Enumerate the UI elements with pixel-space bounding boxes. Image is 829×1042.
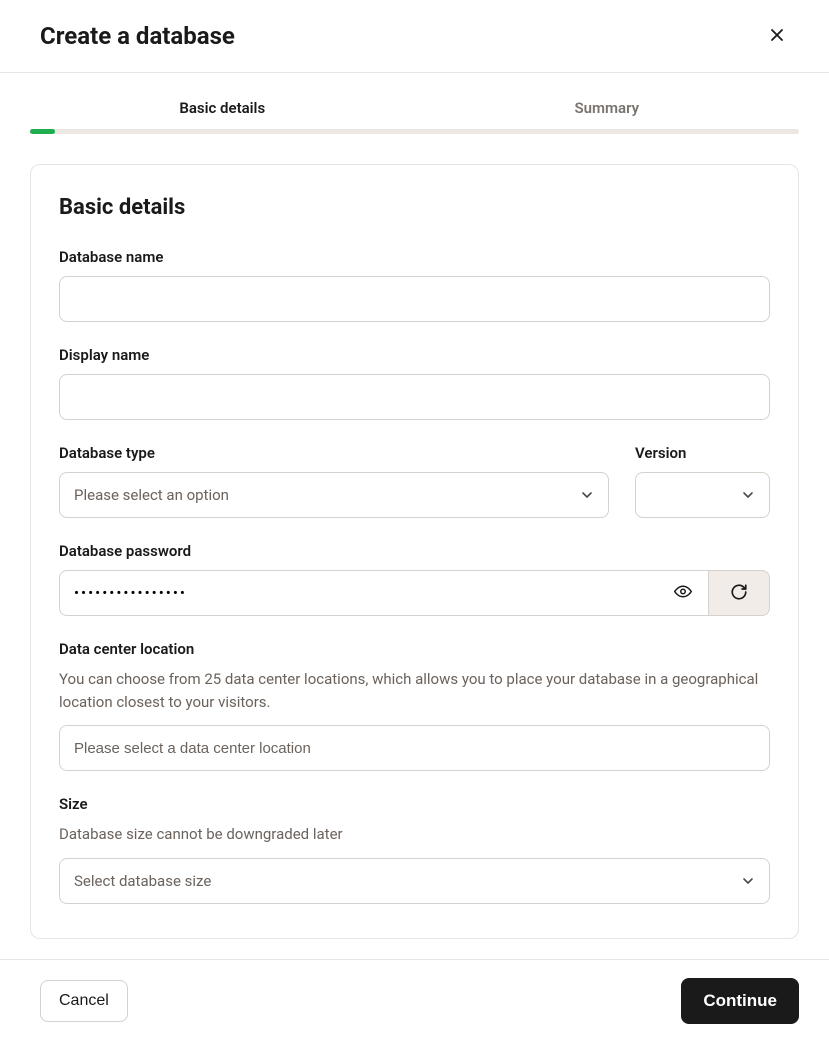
eye-icon (674, 583, 692, 604)
continue-button[interactable]: Continue (681, 978, 799, 1024)
field-data-center: Data center location You can choose from… (59, 640, 770, 771)
size-select[interactable]: Select database size (59, 858, 770, 904)
database-name-input[interactable] (59, 276, 770, 322)
data-center-label: Data center location (59, 640, 770, 658)
database-type-placeholder: Please select an option (74, 486, 229, 504)
database-type-label: Database type (59, 444, 609, 462)
wizard-tabs: Basic details Summary (0, 99, 829, 129)
refresh-icon (730, 583, 748, 604)
progress-fill (30, 129, 55, 134)
modal-title: Create a database (40, 22, 235, 50)
regenerate-password-button[interactable] (708, 570, 770, 616)
tab-summary[interactable]: Summary (415, 99, 800, 129)
data-center-help: You can choose from 25 data center locat… (59, 668, 770, 713)
size-placeholder: Select database size (74, 872, 211, 890)
close-icon (769, 27, 785, 46)
database-password-input[interactable] (59, 570, 708, 616)
database-type-select[interactable]: Please select an option (59, 472, 609, 518)
version-select[interactable] (635, 472, 770, 518)
cancel-button[interactable]: Cancel (40, 980, 128, 1022)
field-version: Version (635, 444, 770, 518)
display-name-input[interactable] (59, 374, 770, 420)
toggle-password-visibility-button[interactable] (670, 579, 696, 608)
size-help: Database size cannot be downgraded later (59, 823, 770, 846)
field-database-name: Database name (59, 248, 770, 322)
field-size: Size Database size cannot be downgraded … (59, 795, 770, 904)
database-password-label: Database password (59, 542, 770, 560)
card-title: Basic details (59, 195, 770, 220)
tab-basic-details[interactable]: Basic details (30, 99, 415, 129)
progress-track (30, 129, 799, 134)
close-button[interactable] (765, 23, 789, 50)
header-divider (0, 72, 829, 73)
size-label: Size (59, 795, 770, 813)
modal-header: Create a database (0, 0, 829, 72)
data-center-select[interactable] (59, 725, 770, 771)
basic-details-card: Basic details Database name Display name… (30, 164, 799, 939)
modal-footer: Cancel Continue (0, 959, 829, 1042)
version-label: Version (635, 444, 770, 462)
database-name-label: Database name (59, 248, 770, 266)
display-name-label: Display name (59, 346, 770, 364)
field-display-name: Display name (59, 346, 770, 420)
field-database-type: Database type Please select an option (59, 444, 609, 518)
field-type-version-row: Database type Please select an option Ve… (59, 444, 770, 518)
field-database-password: Database password (59, 542, 770, 616)
